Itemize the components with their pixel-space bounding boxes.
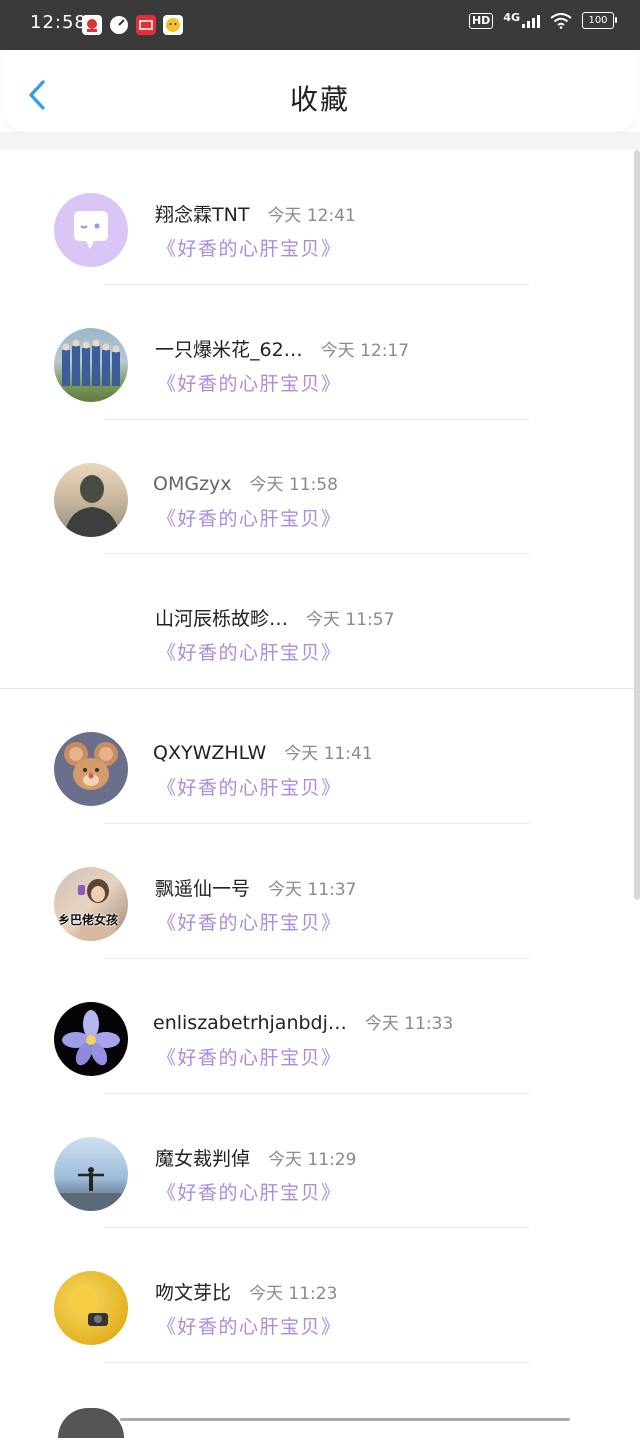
list-item[interactable]: enliszabetrhjanbdj… 今天 11:33 《好香的心肝宝贝》: [0, 959, 640, 1094]
work-link[interactable]: 《好香的心肝宝贝》: [157, 234, 342, 261]
wifi-icon: [550, 12, 572, 29]
shopping-app-icon: [136, 15, 156, 35]
work-link[interactable]: 《好香的心肝宝贝》: [157, 369, 342, 396]
item-header: 吻文芽比 今天 11:23: [155, 1278, 337, 1305]
scrollbar[interactable]: [634, 150, 640, 900]
status-time: 12:58: [30, 12, 87, 33]
work-link[interactable]: 《好香的心肝宝贝》: [157, 908, 342, 935]
header-bar: 收藏: [2, 50, 638, 132]
network-type: 4G: [503, 10, 520, 24]
list-item[interactable]: 翔念霖TNT 今天 12:41 《好香的心肝宝贝》: [0, 150, 640, 285]
user-name[interactable]: QXYWZHLW: [153, 742, 266, 764]
avatar-caption: 乡巴佬女孩: [58, 912, 119, 927]
work-link[interactable]: 《好香的心肝宝贝》: [157, 504, 342, 531]
list-item[interactable]: 魔女裁判倬 今天 11:29 《好香的心肝宝贝》: [0, 1094, 640, 1229]
item-header: 翔念霖TNT 今天 12:41: [155, 200, 356, 227]
list-item[interactable]: QXYWZHLW 今天 11:41 《好香的心肝宝贝》: [0, 689, 640, 824]
list-item[interactable]: 一只爆米花_62… 今天 12:17 《好香的心肝宝贝》: [0, 285, 640, 420]
avatar[interactable]: [54, 327, 128, 402]
list-item[interactable]: OMGzyx 今天 11:58 《好香的心肝宝贝》: [0, 420, 640, 555]
ghost-icon: [74, 211, 108, 249]
item-time: 今天 11:37: [268, 879, 357, 900]
avatar[interactable]: [54, 732, 128, 807]
item-time: 今天 12:17: [320, 340, 410, 361]
avatar[interactable]: [54, 1136, 128, 1211]
battery-icon: 100: [582, 12, 617, 29]
user-name[interactable]: enliszabetrhjanbdj…: [153, 1012, 347, 1034]
girl-photo: [78, 878, 116, 941]
user-name[interactable]: 一只爆米花_62…: [155, 339, 303, 361]
scroll-indicator: [120, 1418, 570, 1421]
sky-person: [54, 1166, 128, 1211]
speedometer-icon: [109, 15, 129, 35]
work-link[interactable]: 《好香的心肝宝贝》: [157, 638, 342, 665]
header-gap: [0, 132, 640, 150]
item-time: 今天 12:41: [267, 206, 356, 226]
signal-bars-icon: [522, 14, 540, 28]
app-notification-icon: [82, 15, 102, 35]
work-link[interactable]: 《好香的心肝宝贝》: [157, 1312, 342, 1339]
list-item[interactable]: 山河辰栎故畛… 今天 11:57 《好香的心肝宝贝》: [0, 554, 640, 690]
item-time: 今天 11:57: [306, 610, 395, 631]
item-header: QXYWZHLW 今天 11:41: [153, 739, 373, 764]
avatar[interactable]: 乡巴佬女孩: [54, 866, 128, 941]
item-time: 今天 11:33: [364, 1013, 454, 1034]
avatar[interactable]: [54, 1001, 128, 1076]
work-link[interactable]: 《好香的心肝宝贝》: [157, 773, 342, 800]
item-header: 一只爆米花_62… 今天 12:17: [155, 335, 409, 362]
item-time: 今天 11:23: [249, 1284, 338, 1305]
status-bar: 12:58 HD 4G 100: [0, 0, 640, 50]
work-link[interactable]: 《好香的心肝宝贝》: [157, 1178, 342, 1205]
user-name[interactable]: OMGzyx: [153, 473, 232, 495]
list-item[interactable]: 吻文芽比 今天 11:23 《好香的心肝宝贝》: [0, 1228, 640, 1364]
item-header: OMGzyx 今天 11:58: [153, 470, 338, 495]
avatar[interactable]: [54, 462, 128, 537]
item-time: 今天 11:29: [268, 1149, 357, 1170]
emoji-app-icon: [163, 15, 183, 35]
next-item-peek: [0, 1406, 640, 1438]
avatar[interactable]: [54, 193, 128, 267]
hd-badge: HD: [468, 12, 494, 29]
group-photo: [62, 339, 120, 386]
cartoon-mouse: [64, 742, 118, 791]
user-name[interactable]: 吻文芽比: [155, 1282, 231, 1304]
yellow-flower: [70, 1287, 108, 1327]
item-header: 魔女裁判倬 今天 11:29: [155, 1144, 356, 1171]
cell-signal: 4G: [503, 10, 540, 28]
page-title: 收藏: [289, 83, 350, 116]
user-name[interactable]: 飘遥仙一号: [155, 878, 250, 900]
item-header: 山河辰栎故畛… 今天 11:57: [155, 604, 394, 631]
work-link[interactable]: 《好香的心肝宝贝》: [157, 1043, 342, 1070]
avatar: [58, 1408, 124, 1438]
favorites-list: 翔念霖TNT 今天 12:41 《好香的心肝宝贝》 一只爆米花_62… 今天 12:…: [0, 150, 640, 1364]
user-name[interactable]: 翔念霖TNT: [155, 204, 249, 226]
item-header: 飘遥仙一号 今天 11:37: [155, 874, 356, 901]
item-header: enliszabetrhjanbdj… 今天 11:33: [153, 1009, 453, 1034]
item-time: 今天 11:58: [249, 474, 338, 495]
divider: [104, 1362, 530, 1364]
user-name[interactable]: 魔女裁判倬: [155, 1148, 250, 1170]
status-right: HD 4G 100: [468, 10, 617, 29]
iris-flower: [62, 1009, 120, 1066]
person-photo: [64, 474, 120, 537]
user-name[interactable]: 山河辰栎故畛…: [155, 608, 288, 630]
item-time: 今天 11:41: [284, 744, 373, 765]
list-item[interactable]: 乡巴佬女孩 飘遥仙一号 今天 11:37 《好香的心肝宝贝》: [0, 824, 640, 959]
avatar[interactable]: [54, 1271, 128, 1346]
